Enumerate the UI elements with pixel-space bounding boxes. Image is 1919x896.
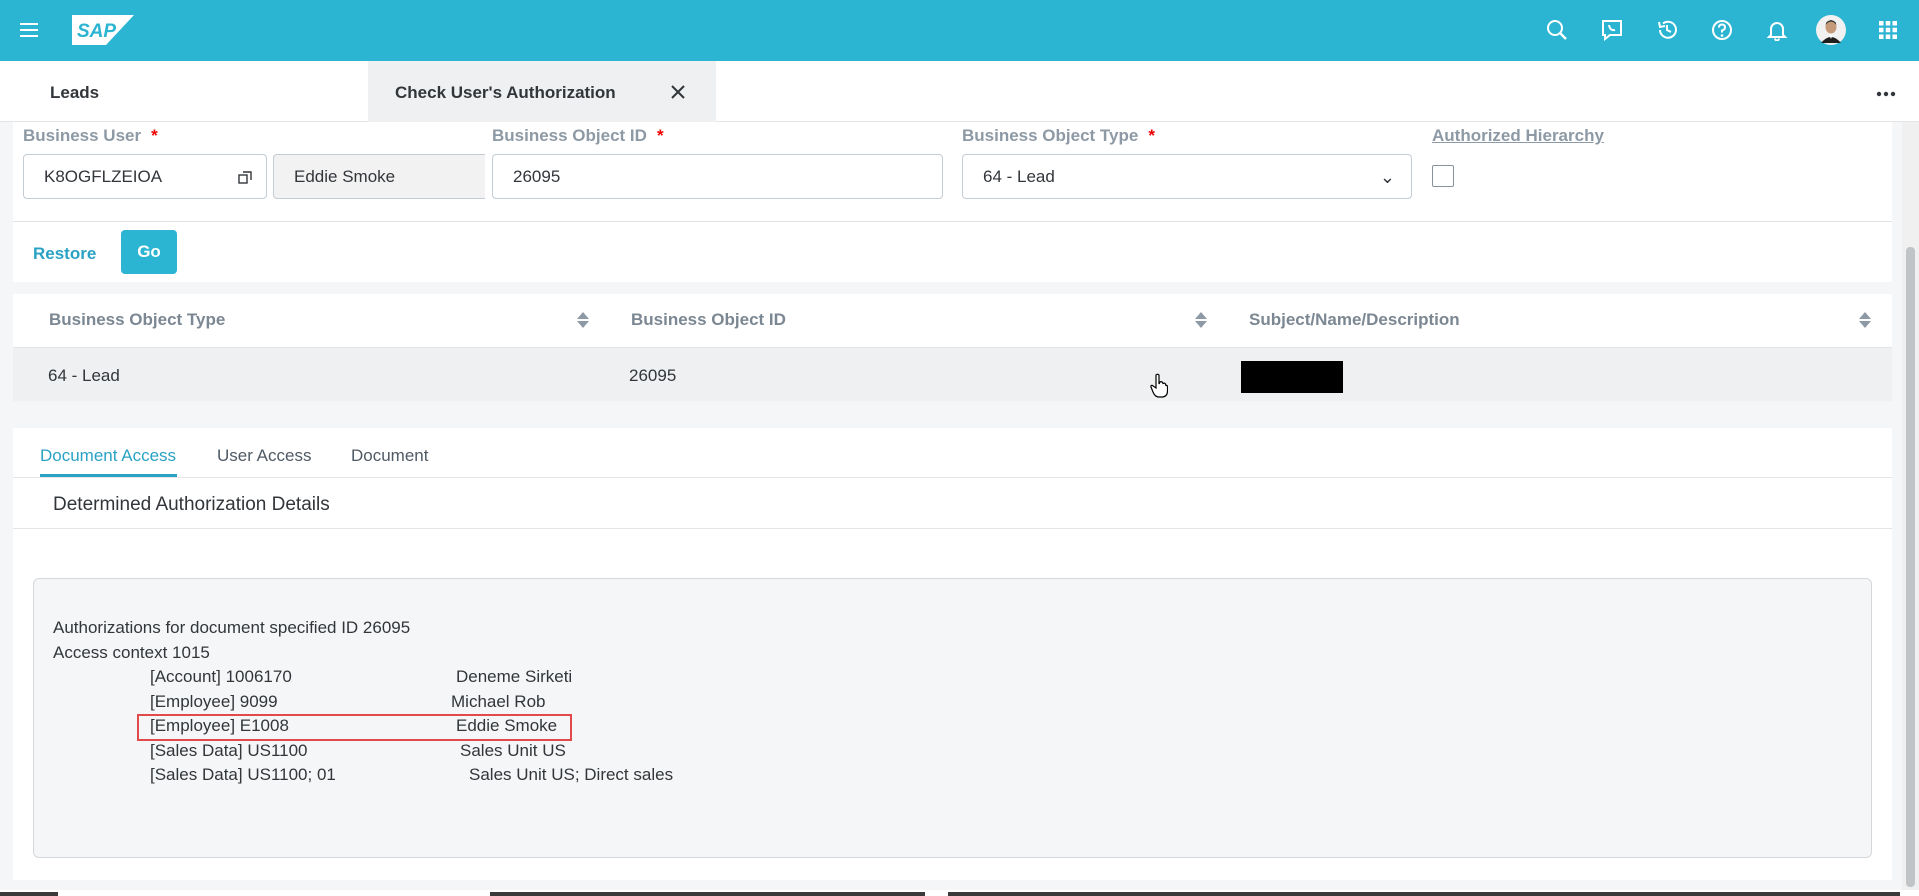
more-options-icon[interactable] — [1876, 80, 1896, 103]
business-object-type-label: Business Object Type * — [962, 126, 1155, 145]
tab-user-access[interactable]: User Access — [217, 446, 311, 466]
entry-key: [Account] 1006170 — [150, 667, 292, 686]
tab-bar: Leads Check User's Authorization — [0, 61, 1919, 122]
tab-leads[interactable]: Leads — [50, 83, 99, 103]
access-context-line: Access context 1015 — [53, 643, 210, 662]
detail-section: Document Access User Access Document Det… — [13, 428, 1892, 880]
column-header-subject-name-description[interactable]: Subject/Name/Description — [1249, 310, 1460, 330]
authorized-hierarchy-checkbox[interactable] — [1432, 165, 1454, 187]
business-object-id-value: 26095 — [513, 167, 561, 186]
entry-value: Sales Unit US — [460, 741, 566, 760]
tab-document[interactable]: Document — [351, 446, 428, 466]
avatar[interactable] — [1816, 15, 1846, 45]
entry-key: [Sales Data] US1100; 01 — [150, 765, 336, 784]
go-button[interactable]: Go — [121, 230, 177, 274]
divider — [13, 528, 1892, 529]
business-user-id: K8OGFLZEIOA — [44, 167, 163, 186]
entry-value: Michael Rob — [451, 692, 546, 711]
filter-bar: Business User * K8OGFLZEIOA Eddie Smoke B… — [13, 122, 1892, 282]
bottom-edge-segment — [0, 892, 58, 896]
bottom-edge-segment — [490, 892, 925, 896]
redacted-description — [1241, 361, 1343, 393]
sort-icon[interactable] — [576, 310, 590, 330]
column-header-business-object-id[interactable]: Business Object ID — [631, 310, 786, 330]
auth-header-line: Authorizations for document specified ID… — [53, 618, 411, 637]
shell-bar: SAP — [0, 0, 1919, 61]
history-icon[interactable] — [1652, 15, 1682, 45]
entry-key: [Employee] 9099 — [150, 692, 278, 711]
sort-icon[interactable] — [1194, 310, 1208, 330]
business-object-type-value: 64 - Lead — [983, 167, 1055, 186]
highlight-box — [137, 714, 572, 741]
chat-icon[interactable] — [1597, 15, 1627, 45]
notification-bell-icon[interactable] — [1762, 15, 1792, 45]
scrollbar-thumb[interactable] — [1906, 247, 1915, 887]
results-table: Business Object Type Business Object ID … — [13, 294, 1892, 401]
sap-logo[interactable]: SAP — [72, 15, 134, 45]
search-icon[interactable] — [1542, 15, 1572, 45]
business-object-type-select[interactable]: 64 - Lead ⌄ — [962, 154, 1412, 199]
hand-cursor-icon — [1150, 373, 1168, 398]
tab-label: Check User's Authorization — [395, 83, 616, 102]
entry-value: Deneme Sirketi — [456, 667, 573, 686]
tab-document-access[interactable]: Document Access — [40, 446, 176, 466]
business-user-input[interactable]: K8OGFLZEIOA — [23, 154, 267, 199]
svg-text:SAP: SAP — [77, 21, 116, 42]
cell-business-object-id: 26095 — [629, 366, 677, 385]
business-object-id-label: Business Object ID * — [492, 126, 664, 145]
authorized-hierarchy-label[interactable]: Authorized Hierarchy — [1432, 126, 1604, 146]
entry-value: Sales Unit US; Direct sales — [469, 765, 674, 784]
bottom-edge-segment — [948, 892, 1900, 896]
business-user-label: Business User * — [23, 126, 158, 145]
scrollbar[interactable] — [1902, 122, 1919, 896]
business-user-name: Eddie Smoke — [294, 167, 396, 186]
business-user-name-field: Eddie Smoke — [273, 154, 485, 199]
help-icon[interactable] — [1707, 15, 1737, 45]
sort-icon[interactable] — [1858, 310, 1872, 330]
entry-key: [Sales Data] US1100 — [150, 741, 308, 760]
business-object-id-input[interactable]: 26095 — [492, 154, 943, 199]
tab-check-users-authorization[interactable]: Check User's Authorization — [368, 61, 716, 122]
chevron-down-icon: ⌄ — [1379, 167, 1395, 187]
divider — [13, 221, 1892, 222]
divider — [13, 477, 1892, 478]
value-help-icon[interactable] — [238, 171, 252, 185]
cell-business-object-type: 64 - Lead — [48, 366, 120, 385]
close-icon[interactable] — [668, 82, 688, 102]
column-header-business-object-type[interactable]: Business Object Type — [49, 310, 225, 330]
menu-icon[interactable] — [14, 15, 44, 45]
table-row[interactable]: 64 - Lead 26095 — [13, 347, 1892, 401]
app-grid-icon[interactable] — [1873, 15, 1903, 45]
section-title: Determined Authorization Details — [53, 494, 330, 515]
restore-button[interactable]: Restore — [33, 244, 96, 264]
